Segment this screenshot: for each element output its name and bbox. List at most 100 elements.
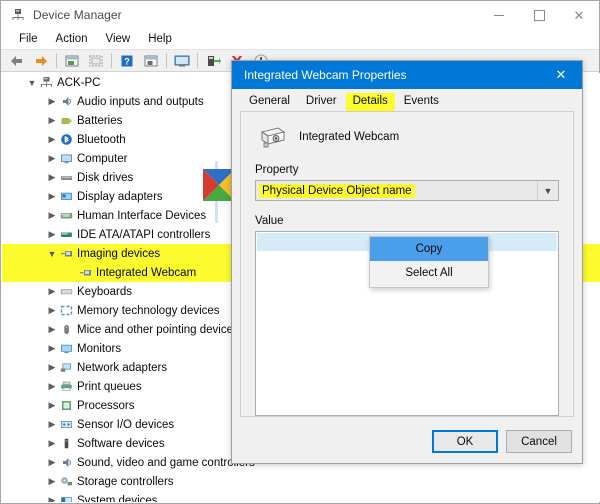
computer-icon: [38, 76, 55, 89]
device-manager-window: Device Manager ✕ File Action View Help: [0, 0, 600, 504]
chevron-right-icon[interactable]: ▶: [46, 191, 58, 202]
menu-view[interactable]: View: [97, 29, 140, 49]
display-adapter-icon: [58, 190, 75, 203]
tree-item-label: Integrated Webcam: [94, 267, 196, 279]
toolbar-separator: [56, 53, 57, 68]
chevron-right-icon[interactable]: ▶: [46, 324, 58, 335]
monitor2-icon: [58, 342, 75, 355]
tree-item-label: IDE ATA/ATAPI controllers: [75, 229, 210, 241]
window-controls: ✕: [479, 1, 599, 29]
chevron-right-icon[interactable]: ▶: [46, 457, 58, 468]
tree-item-label: Monitors: [75, 343, 121, 355]
chevron-right-icon[interactable]: ▶: [46, 96, 58, 107]
menu-help[interactable]: Help: [139, 29, 181, 49]
tab-driver[interactable]: Driver: [299, 93, 344, 111]
monitor-icon: [58, 152, 75, 165]
dialog-title: Integrated Webcam Properties: [244, 68, 407, 82]
scan-hardware-icon[interactable]: [84, 50, 108, 71]
tree-item-label: Sensor I/O devices: [75, 419, 174, 431]
tree-item-label: Imaging devices: [75, 248, 160, 260]
chevron-right-icon[interactable]: ▶: [46, 495, 58, 502]
screen: Device Manager ✕ File Action View Help: [0, 0, 600, 504]
chevron-right-icon[interactable]: ▶: [46, 153, 58, 164]
sound-icon: [58, 456, 75, 469]
window-title: Device Manager: [33, 8, 122, 22]
tree-item-label: Keyboards: [75, 286, 132, 298]
dialog-close-button[interactable]: ✕: [540, 61, 582, 89]
close-button[interactable]: ✕: [559, 1, 599, 29]
disk-icon: [58, 171, 75, 184]
network-icon: [58, 361, 75, 374]
properties-icon[interactable]: [60, 50, 84, 71]
maximize-button[interactable]: [519, 1, 559, 29]
webcam-icon: [77, 266, 94, 279]
tree-item-system-devices[interactable]: ▶ System devices: [2, 491, 600, 502]
show-hidden-icon[interactable]: [170, 50, 194, 71]
update-driver-icon[interactable]: [139, 50, 163, 71]
property-dropdown-value: Physical Device Object name: [259, 184, 415, 198]
software-icon: [58, 437, 75, 450]
system-icon: [58, 494, 75, 502]
tab-events[interactable]: Events: [397, 93, 446, 111]
window-title-bar: Device Manager ✕: [1, 1, 599, 29]
audio-icon: [58, 95, 75, 108]
chevron-right-icon[interactable]: ▶: [46, 362, 58, 373]
minimize-button[interactable]: [479, 1, 519, 29]
menu-file[interactable]: File: [10, 29, 47, 49]
cancel-button[interactable]: Cancel: [506, 430, 572, 453]
device-name-label: Integrated Webcam: [299, 131, 399, 143]
chevron-right-icon[interactable]: ▶: [46, 210, 58, 221]
chevron-down-icon[interactable]: ▼: [26, 78, 38, 88]
chevron-right-icon[interactable]: ▶: [46, 172, 58, 183]
close-icon: ✕: [574, 9, 585, 22]
enable-device-icon[interactable]: [201, 50, 225, 71]
printer-icon: [58, 380, 75, 393]
chevron-right-icon[interactable]: ▶: [46, 343, 58, 354]
chevron-right-icon[interactable]: ▶: [46, 381, 58, 392]
tree-item-label: Memory technology devices: [75, 305, 220, 317]
forward-arrow-icon[interactable]: [29, 50, 53, 71]
chevron-right-icon[interactable]: ▶: [46, 134, 58, 145]
chevron-right-icon[interactable]: ▶: [46, 438, 58, 449]
value-label: Value: [255, 215, 573, 227]
keyboard-icon: [58, 285, 75, 298]
chevron-right-icon[interactable]: ▶: [46, 419, 58, 430]
tab-general[interactable]: General: [242, 93, 297, 111]
chevron-right-icon[interactable]: ▶: [46, 286, 58, 297]
help-icon[interactable]: ?: [115, 50, 139, 71]
toolbar-separator: [166, 53, 167, 68]
tree-item-label: System devices: [75, 495, 158, 503]
chevron-down-icon[interactable]: ▼: [46, 249, 58, 259]
menu-bar: File Action View Help: [1, 29, 599, 49]
tree-item-label: Mice and other pointing devices: [75, 324, 239, 336]
chevron-right-icon[interactable]: ▶: [46, 229, 58, 240]
ide-icon: [58, 228, 75, 241]
tree-item-label: Human Interface Devices: [75, 210, 206, 222]
chevron-right-icon[interactable]: ▶: [46, 476, 58, 487]
dialog-title-bar: Integrated Webcam Properties ✕: [232, 61, 582, 89]
menu-action[interactable]: Action: [47, 29, 97, 49]
chevron-right-icon[interactable]: ▶: [46, 115, 58, 126]
tab-details[interactable]: Details: [346, 93, 395, 111]
chevron-down-icon[interactable]: ▼: [537, 181, 558, 200]
svg-text:?: ?: [124, 56, 130, 66]
property-label: Property: [255, 164, 573, 176]
device-header: Integrated Webcam: [255, 124, 573, 150]
hid-icon: [58, 209, 75, 222]
context-menu-item-copy[interactable]: Copy: [370, 237, 488, 261]
chevron-right-icon[interactable]: ▶: [46, 305, 58, 316]
tree-item-storage-controllers[interactable]: ▶ Storage controllers: [2, 472, 600, 491]
tree-item-label: Storage controllers: [75, 476, 174, 488]
device-manager-icon: [11, 8, 25, 22]
tree-item-label: Software devices: [75, 438, 165, 450]
chevron-right-icon[interactable]: ▶: [46, 400, 58, 411]
back-arrow-icon[interactable]: [5, 50, 29, 71]
dialog-tabs: General Driver Details Events: [232, 89, 582, 111]
property-dropdown[interactable]: Physical Device Object name ▼: [255, 180, 559, 201]
tree-item-label: Computer: [75, 153, 128, 165]
processor-icon: [58, 399, 75, 412]
ok-button[interactable]: OK: [432, 430, 498, 453]
webcam-large-icon: [255, 124, 289, 150]
context-menu-item-select-all[interactable]: Select All: [370, 261, 488, 285]
memory-icon: [58, 304, 75, 317]
